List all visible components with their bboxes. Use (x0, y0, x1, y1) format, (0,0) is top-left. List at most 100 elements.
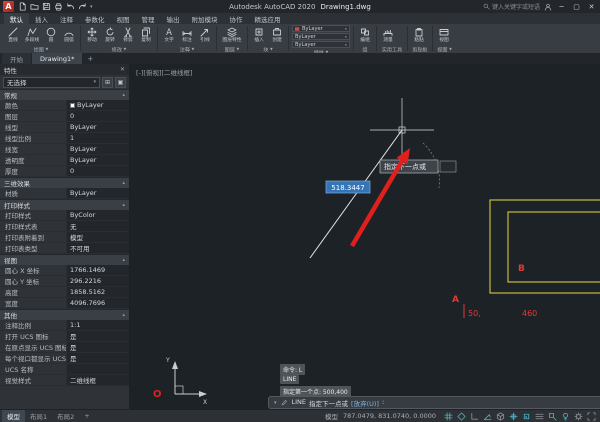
minimize-button[interactable]: ─ (556, 3, 567, 11)
object-snap-tracking-toggle[interactable] (507, 411, 520, 422)
polar-tracking-toggle[interactable] (481, 411, 494, 422)
dynamic-input-dimension[interactable]: 518.3447 (325, 180, 371, 194)
ribbon-panel-title[interactable]: 视图 ▾ (437, 46, 451, 53)
ribbon-panel-title[interactable]: 实用工具 (382, 46, 402, 53)
ortho-mode-toggle[interactable] (468, 411, 481, 422)
ribbon-tab[interactable]: 默认 (4, 13, 29, 24)
property-value[interactable]: ByLayer (66, 144, 129, 154)
command-customize-icon[interactable]: ▾ (274, 400, 277, 406)
object-properties-dropdown[interactable]: ByLayer ▾ (292, 33, 351, 40)
palette-section-header[interactable]: 三维效果 ▴ (0, 177, 129, 188)
property-value[interactable]: 0 (66, 111, 129, 121)
property-value[interactable]: 无 (66, 221, 129, 231)
layout-tab[interactable]: + (79, 410, 94, 422)
ribbon-button-group[interactable]: 编组 (357, 27, 373, 43)
property-value[interactable]: ByLayer (66, 122, 129, 132)
layout-tab[interactable]: 布局2 (52, 410, 79, 422)
ribbon-panel-title[interactable]: 剪贴板 (412, 46, 427, 53)
ribbon-button-insert-block[interactable]: 插入 (251, 27, 267, 43)
property-value[interactable]: 1858.5162 (66, 287, 129, 297)
ribbon-button-circle[interactable]: 圆 (43, 27, 59, 43)
snap-mode-toggle[interactable] (455, 411, 468, 422)
ribbon-tab[interactable]: 管理 (136, 13, 161, 24)
drawing-canvas[interactable]: 518.3447 指定下一点或 B A 50, 460 Y X O [-][俯视… (130, 64, 600, 409)
ribbon-panel-title[interactable]: 绘图 ▾ (10, 46, 71, 53)
palette-section-header[interactable]: 常规 ▴ (0, 89, 129, 100)
ribbon-tab[interactable]: 参数化 (79, 13, 111, 24)
grid-display-toggle[interactable] (442, 411, 455, 422)
file-tab[interactable]: Drawing1* (32, 53, 83, 64)
qat-undo-button[interactable] (64, 1, 76, 12)
model-space-toggle[interactable]: 模型 (325, 411, 338, 421)
qat-save-button[interactable] (40, 1, 52, 12)
property-value[interactable]: 是 (66, 342, 129, 352)
object-properties-dropdown[interactable]: ByLayer ▾ (292, 25, 351, 32)
account-icon[interactable] (544, 3, 552, 11)
ribbon-button-arc[interactable]: 圆弧 (61, 27, 77, 43)
file-tab[interactable]: 开始 (2, 53, 31, 64)
property-value[interactable]: 二维线框 (66, 375, 129, 385)
autocad-logo[interactable]: A (3, 1, 14, 12)
ribbon-panel-title[interactable]: 组 (358, 46, 372, 53)
ribbon-panel-title[interactable]: 块 ▾ (254, 46, 283, 53)
ribbon-panel-title[interactable]: 图层 ▾ (222, 46, 242, 53)
toggle-pickadd-button[interactable]: ⊞ (102, 76, 113, 88)
property-value[interactable] (66, 364, 129, 374)
property-value[interactable]: 1766.1469 (66, 265, 129, 275)
palette-section-header[interactable]: 其他 ▴ (0, 309, 129, 320)
annotation-visibility-toggle[interactable] (559, 411, 572, 422)
property-value[interactable]: 模型 (66, 232, 129, 242)
palette-title-bar[interactable]: 特性 ✕ (0, 64, 129, 75)
ribbon-button-dimension[interactable]: 标注 (179, 27, 195, 43)
property-value[interactable]: ByLayer (66, 100, 129, 110)
ribbon-button-text[interactable]: A 文字 (161, 27, 177, 43)
ribbon-button-trim[interactable]: 修剪 (120, 27, 136, 43)
ribbon-button-create-block[interactable]: 创建 (269, 27, 285, 43)
command-line[interactable]: ▾ LINE 指定下一点或 [放弃(U)] : (268, 396, 600, 409)
search-input[interactable]: 键入关键字或短语 (483, 2, 540, 11)
ribbon-button-polyline[interactable]: 多段线 (23, 27, 41, 43)
object-properties-dropdown[interactable]: ByLayer ▾ (292, 41, 351, 48)
ribbon-button-copy[interactable]: 复制 (138, 27, 154, 43)
layout-tab[interactable]: 模型 (2, 410, 25, 422)
palette-section-header[interactable]: 视图 ▴ (0, 254, 129, 265)
property-value[interactable]: 1:1 (66, 320, 129, 330)
property-value[interactable]: 0 (66, 166, 129, 176)
coordinate-input-field[interactable] (439, 160, 457, 173)
layout-tab[interactable]: 布局1 (25, 410, 52, 422)
ribbon-button-paste[interactable]: 粘贴 (411, 27, 427, 43)
ribbon-button-view[interactable]: 视图 (436, 27, 452, 43)
ribbon-tab[interactable]: 协作 (224, 13, 249, 24)
isometric-drafting-toggle[interactable] (494, 411, 507, 422)
ribbon-button-measure[interactable]: 测量 (380, 27, 396, 43)
viewport-controls[interactable]: [-][俯视][二维线框] (136, 67, 193, 77)
workspace-settings-toggle[interactable] (572, 411, 585, 422)
qat-open-button[interactable] (28, 1, 40, 12)
dynamic-input-toggle[interactable] (546, 411, 559, 422)
select-objects-button[interactable]: ▣ (115, 76, 126, 88)
ribbon-tab[interactable]: 视图 (111, 13, 136, 24)
clean-screen-toggle[interactable] (585, 411, 598, 422)
ribbon-panel-title[interactable]: 修改 ▾ (89, 46, 149, 53)
close-button[interactable]: ✕ (586, 3, 597, 11)
property-value[interactable]: 是 (66, 331, 129, 341)
lineweight-display-toggle[interactable] (533, 411, 546, 422)
command-option[interactable]: [放弃(U)] (351, 398, 379, 408)
property-value[interactable]: 1 (66, 133, 129, 143)
property-value[interactable]: 不可用 (66, 243, 129, 253)
ribbon-button-rotate[interactable]: 旋转 (102, 27, 118, 43)
ribbon-button-layer-properties[interactable]: 图层特性 (220, 27, 244, 43)
ribbon-tab[interactable]: 精选应用 (249, 13, 287, 24)
qat-plot-button[interactable] (52, 1, 64, 12)
ribbon-button-leader[interactable]: 引线 (197, 27, 213, 43)
maximize-button[interactable]: ▢ (571, 3, 582, 11)
ribbon-tab[interactable]: 注释 (54, 13, 79, 24)
ribbon-tab[interactable]: 附加模块 (186, 13, 224, 24)
property-value[interactable]: ByLayer (66, 188, 129, 198)
selection-dropdown[interactable]: 无选择 ▾ (3, 76, 100, 88)
property-value[interactable]: 296.2216 (66, 276, 129, 286)
ribbon-panel-title[interactable]: 注释 ▾ (165, 46, 209, 53)
qat-redo-button[interactable] (76, 1, 88, 12)
palette-close-icon[interactable]: ✕ (120, 66, 125, 73)
ribbon-tab[interactable]: 输出 (161, 13, 186, 24)
